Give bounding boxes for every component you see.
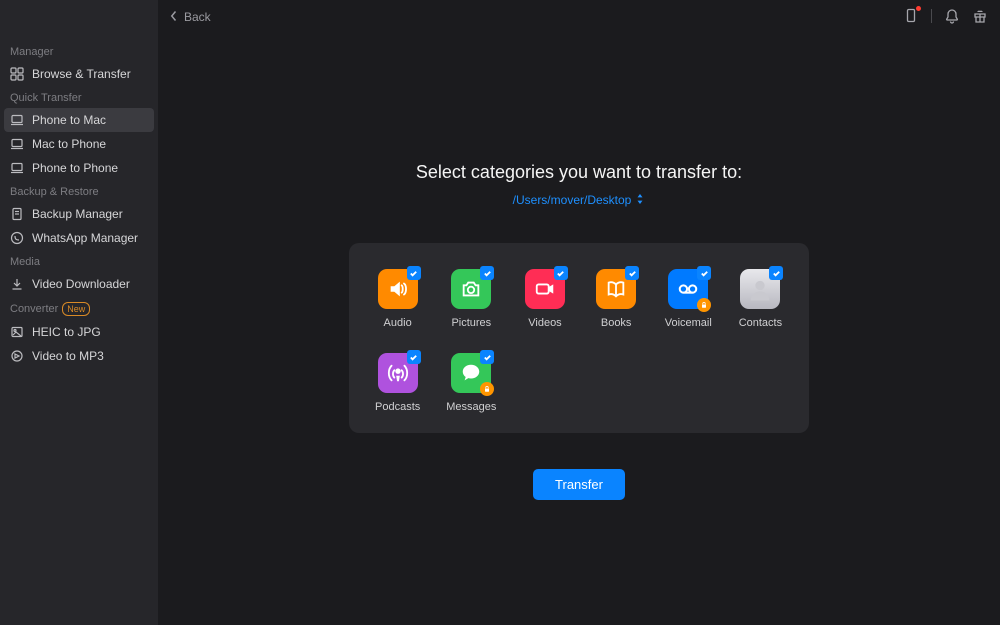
path-text: /Users/mover/Desktop bbox=[513, 193, 632, 207]
category-label: Videos bbox=[528, 317, 561, 329]
device-icon bbox=[10, 137, 24, 151]
sidebar-item-heic-to-jpg[interactable]: HEIC to JPG bbox=[0, 320, 158, 344]
transfer-button[interactable]: Transfer bbox=[533, 469, 625, 500]
category-label: Audio bbox=[384, 317, 412, 329]
topbar-right-icons bbox=[903, 8, 988, 24]
device-icon bbox=[10, 113, 24, 127]
sidebar-section-title: Media bbox=[0, 250, 158, 272]
bell-icon[interactable] bbox=[944, 8, 960, 24]
sidebar-item-phone-to-mac[interactable]: Phone to Mac bbox=[4, 108, 154, 132]
category-contacts[interactable]: Contacts bbox=[738, 269, 783, 329]
category-label: Voicemail bbox=[665, 317, 712, 329]
back-button[interactable]: Back bbox=[170, 10, 211, 25]
category-label: Podcasts bbox=[375, 401, 420, 413]
sidebar-item-label: Video to MP3 bbox=[32, 349, 104, 363]
category-voicemail[interactable]: Voicemail bbox=[665, 269, 712, 329]
voicemail-icon bbox=[668, 269, 708, 309]
category-label: Messages bbox=[446, 401, 496, 413]
sort-arrows-icon bbox=[635, 193, 645, 207]
message-icon bbox=[451, 353, 491, 393]
sidebar-item-label: WhatsApp Manager bbox=[32, 231, 138, 245]
page-title: Select categories you want to transfer t… bbox=[416, 162, 742, 183]
video-icon bbox=[525, 269, 565, 309]
sidebar-item-video-downloader[interactable]: Video Downloader bbox=[0, 272, 158, 296]
category-pictures[interactable]: Pictures bbox=[446, 269, 496, 329]
content: Select categories you want to transfer t… bbox=[158, 34, 1000, 625]
category-grid: Audio Pictures Videos Books Voicemail Contact… bbox=[375, 269, 783, 413]
category-label: Books bbox=[601, 317, 632, 329]
sidebar: Manager Browse & Transfer Quick Transfer Ph… bbox=[0, 0, 158, 625]
notification-dot-icon bbox=[916, 6, 921, 11]
lock-badge-icon bbox=[697, 298, 711, 312]
camera-icon bbox=[451, 269, 491, 309]
back-label: Back bbox=[184, 10, 211, 24]
sidebar-item-browse-transfer[interactable]: Browse & Transfer bbox=[0, 62, 158, 86]
category-messages[interactable]: Messages bbox=[446, 353, 496, 413]
sidebar-item-video-to-mp3[interactable]: Video to MP3 bbox=[0, 344, 158, 368]
chevron-left-icon bbox=[170, 10, 178, 25]
sidebar-item-label: Backup Manager bbox=[32, 207, 123, 221]
category-audio[interactable]: Audio bbox=[375, 269, 420, 329]
sidebar-item-label: Phone to Mac bbox=[32, 113, 106, 127]
grid-icon bbox=[10, 67, 24, 81]
topbar: Back bbox=[158, 0, 1000, 34]
podcast-icon bbox=[378, 353, 418, 393]
sidebar-item-backup-manager[interactable]: Backup Manager bbox=[0, 202, 158, 226]
device-icon bbox=[10, 161, 24, 175]
category-videos[interactable]: Videos bbox=[522, 269, 567, 329]
checkmark-icon bbox=[480, 266, 494, 280]
category-label: Contacts bbox=[739, 317, 782, 329]
sidebar-section-title: Quick Transfer bbox=[0, 86, 158, 108]
gift-icon[interactable] bbox=[972, 8, 988, 24]
speaker-icon bbox=[378, 269, 418, 309]
sidebar-item-whatsapp-manager[interactable]: WhatsApp Manager bbox=[0, 226, 158, 250]
sidebar-item-phone-to-phone[interactable]: Phone to Phone bbox=[0, 156, 158, 180]
category-label: Pictures bbox=[451, 317, 491, 329]
contact-icon bbox=[740, 269, 780, 309]
checkmark-icon bbox=[554, 266, 568, 280]
whatsapp-icon bbox=[10, 231, 24, 245]
checkmark-icon bbox=[769, 266, 783, 280]
checkmark-icon bbox=[697, 266, 711, 280]
sidebar-section-title: Manager bbox=[0, 40, 158, 62]
sidebar-section-title: Backup & Restore bbox=[0, 180, 158, 202]
new-badge: New bbox=[62, 302, 90, 316]
separator bbox=[931, 9, 932, 23]
lock-badge-icon bbox=[480, 382, 494, 396]
convert-icon bbox=[10, 349, 24, 363]
doc-icon bbox=[10, 207, 24, 221]
sidebar-item-label: Browse & Transfer bbox=[32, 67, 131, 81]
download-icon bbox=[10, 277, 24, 291]
main-area: Back Select categories you want to trans… bbox=[158, 0, 1000, 625]
sidebar-section-title: ConverterNew bbox=[0, 296, 158, 320]
device-status-icon[interactable] bbox=[903, 8, 919, 24]
book-icon bbox=[596, 269, 636, 309]
sidebar-item-label: Video Downloader bbox=[32, 277, 130, 291]
destination-path-link[interactable]: /Users/mover/Desktop bbox=[513, 193, 646, 207]
checkmark-icon bbox=[480, 350, 494, 364]
checkmark-icon bbox=[407, 350, 421, 364]
sidebar-item-mac-to-phone[interactable]: Mac to Phone bbox=[0, 132, 158, 156]
sidebar-item-label: Mac to Phone bbox=[32, 137, 106, 151]
category-books[interactable]: Books bbox=[594, 269, 639, 329]
image-icon bbox=[10, 325, 24, 339]
category-podcasts[interactable]: Podcasts bbox=[375, 353, 420, 413]
sidebar-item-label: HEIC to JPG bbox=[32, 325, 101, 339]
category-panel: Audio Pictures Videos Books Voicemail Contact… bbox=[349, 243, 809, 433]
checkmark-icon bbox=[407, 266, 421, 280]
sidebar-item-label: Phone to Phone bbox=[32, 161, 118, 175]
checkmark-icon bbox=[625, 266, 639, 280]
